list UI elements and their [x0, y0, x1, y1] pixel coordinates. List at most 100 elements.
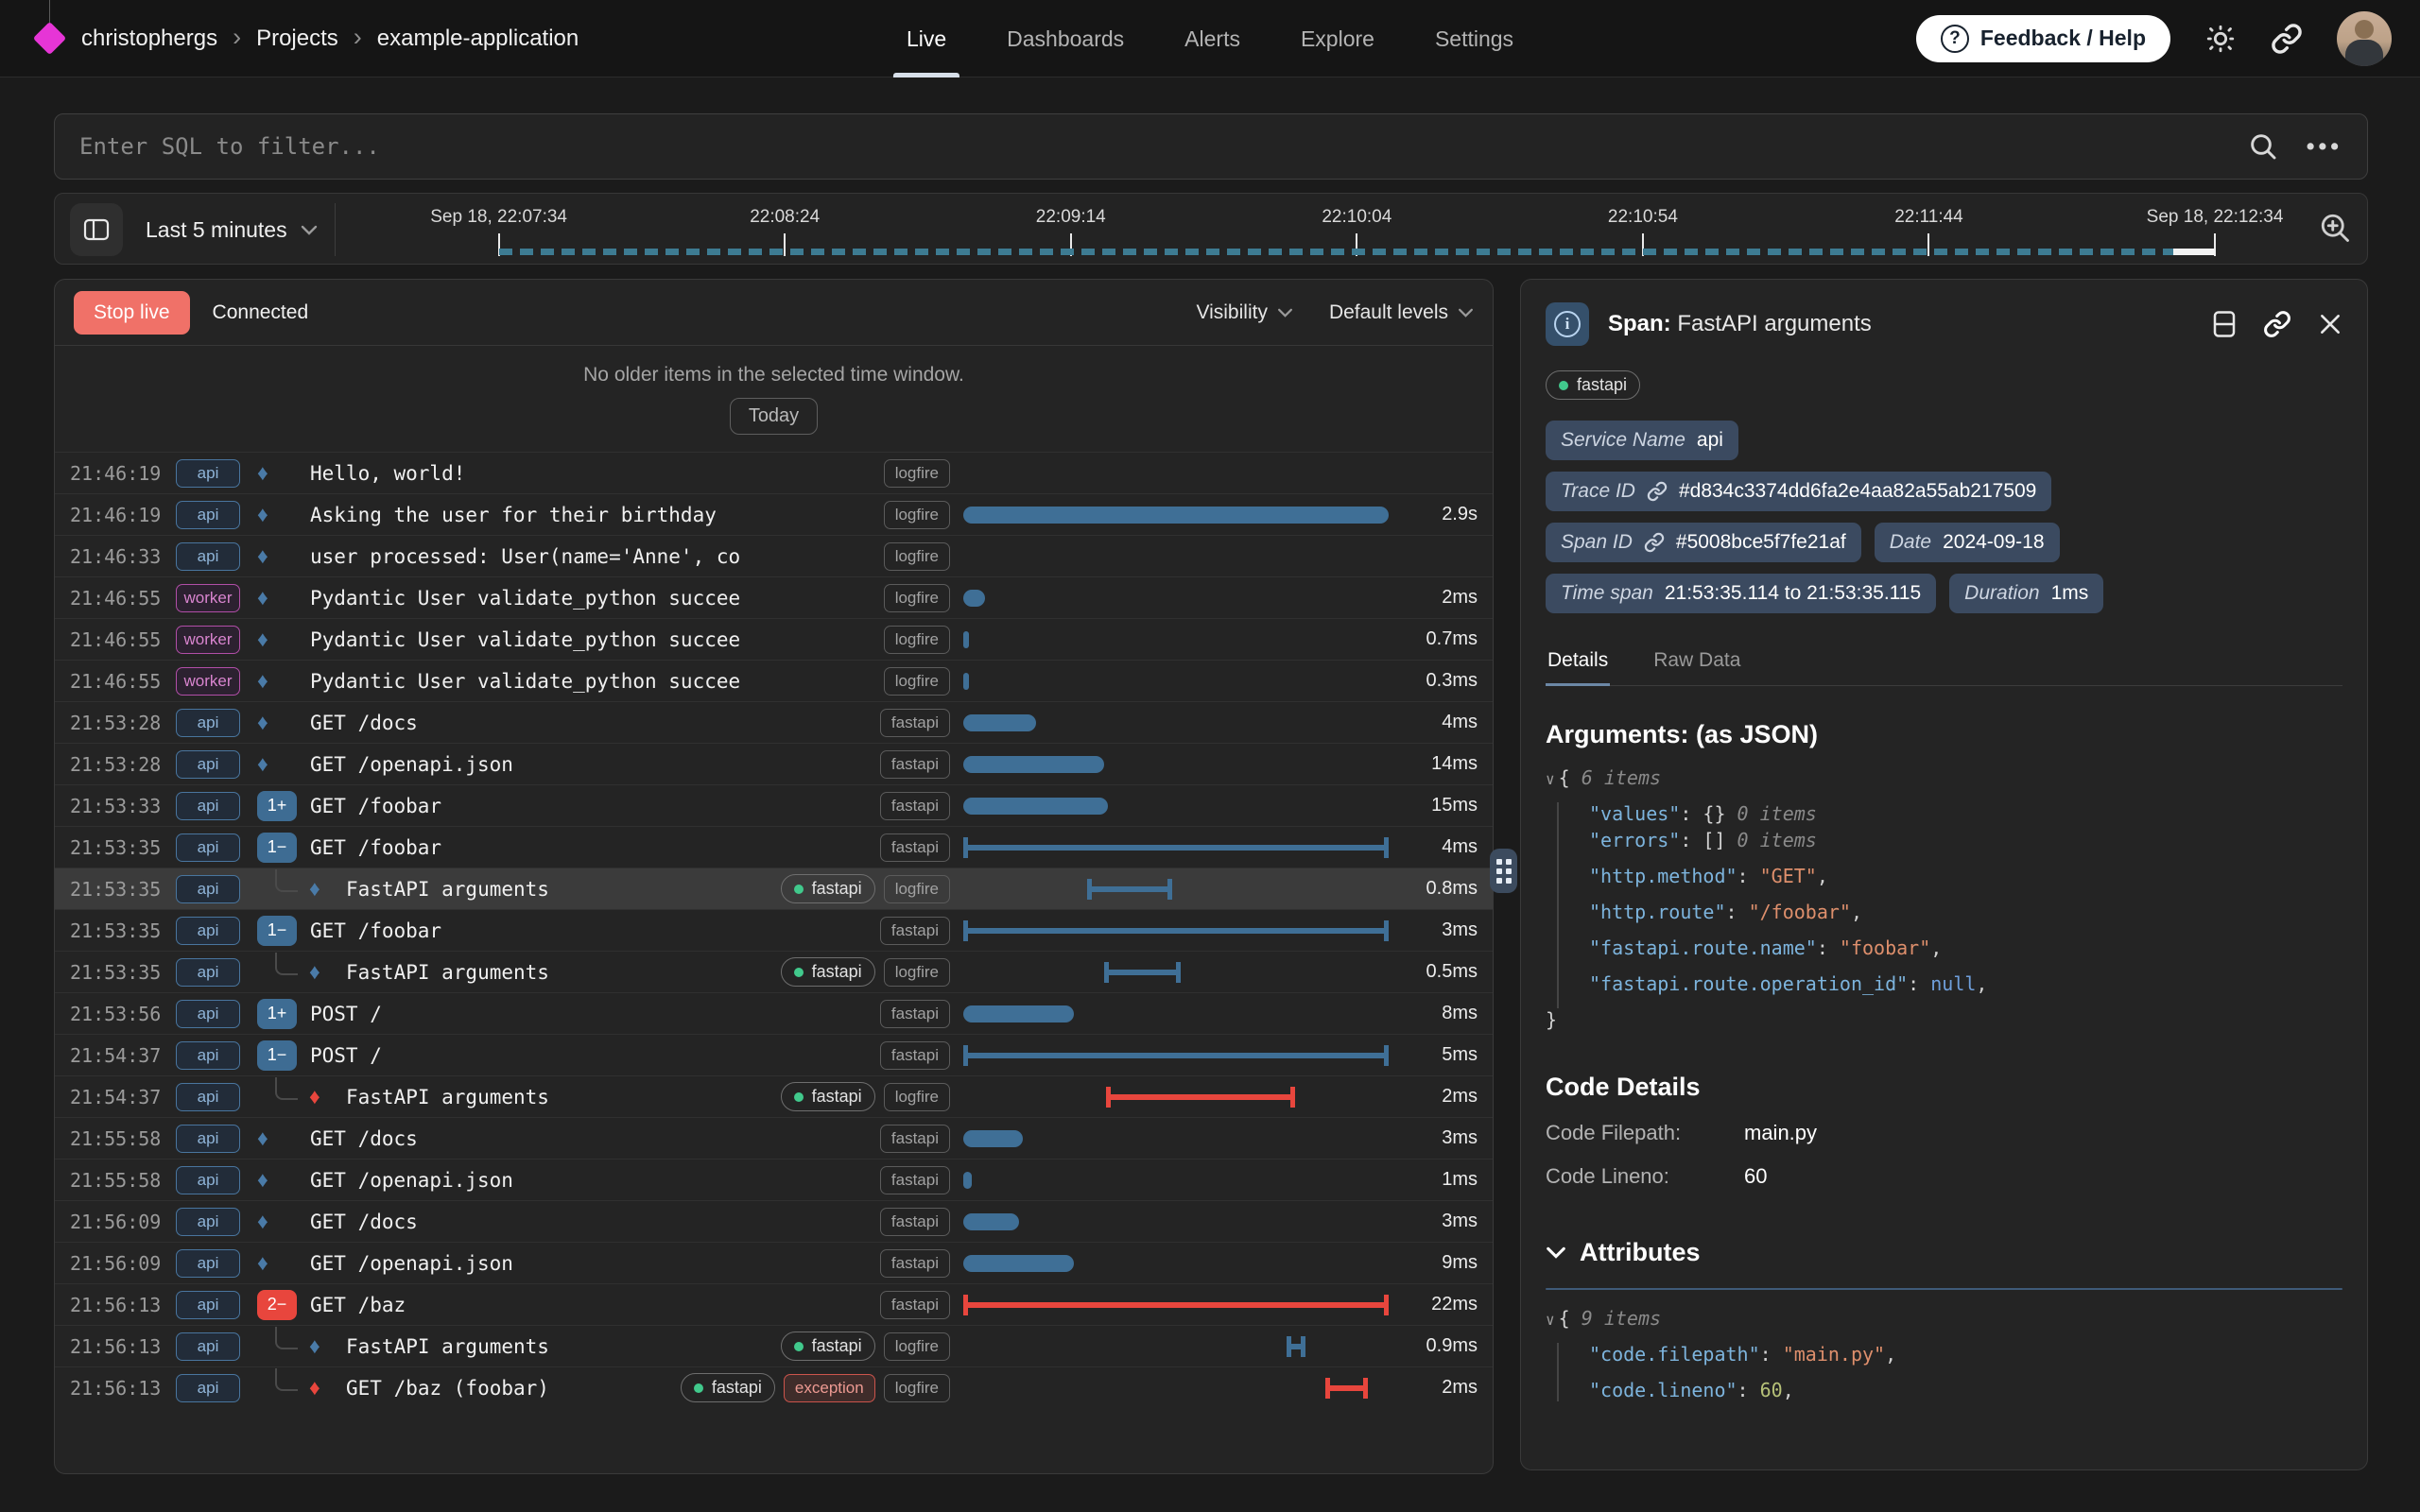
expand-toggle-badge[interactable]: 2− [257, 1290, 297, 1320]
trace-row[interactable]: 21:55:58api♦GET /docsfastapi3ms [55, 1117, 1493, 1159]
scope-chip-logfire: logfire [884, 584, 950, 612]
timeline-ticks: Sep 18, 22:07:3422:08:2422:09:1422:10:04… [55, 194, 2367, 264]
duration-bar [963, 1005, 1074, 1022]
scope-chip-fastapi: fastapi [880, 1208, 950, 1236]
trace-row[interactable]: 21:54:37api1−POST /fastapi5ms [55, 1034, 1493, 1075]
close-icon[interactable] [2318, 312, 2342, 336]
row-duration: 0.8ms [1400, 878, 1478, 900]
breadcrumb-project[interactable]: example-application [377, 26, 579, 52]
code-detail-row: Code Lineno:60 [1546, 1164, 2342, 1189]
row-marker: ♦ [257, 1086, 338, 1108]
meta-row: Service Nameapi [1546, 421, 2342, 460]
dock-panel-icon[interactable] [2212, 310, 2237, 338]
trace-row[interactable]: 21:54:37api♦FastAPI argumentsfastapilogf… [55, 1075, 1493, 1117]
trace-row[interactable]: 21:53:28api♦GET /openapi.jsonfastapi14ms [55, 743, 1493, 784]
json-token-meta: 0 items [1737, 829, 1817, 851]
duration-bar-track [963, 502, 1389, 528]
today-button[interactable]: Today [730, 398, 818, 435]
stop-live-button[interactable]: Stop live [74, 291, 190, 335]
span-message: Pydantic User validate_python succee [310, 587, 874, 610]
top-nav: christophergs › Projects › example-appli… [0, 0, 2420, 77]
trace-row[interactable]: 21:53:56api1+POST /fastapi8ms [55, 992, 1493, 1034]
duration-bar [963, 756, 1104, 773]
search-icon[interactable] [2248, 131, 2278, 162]
arguments-heading: Arguments: (as JSON) [1546, 720, 2342, 749]
span-diamond-icon: ♦ [257, 1252, 268, 1274]
breadcrumb-org[interactable]: christophergs [81, 26, 217, 52]
trace-row[interactable]: 21:56:09api♦GET /openapi.jsonfastapi9ms [55, 1242, 1493, 1283]
theme-toggle-button[interactable] [2204, 23, 2237, 55]
json-expander[interactable]: ∨ [1546, 1311, 1555, 1329]
row-marker: ♦ [257, 462, 302, 484]
trace-row[interactable]: 21:56:09api♦GET /docsfastapi3ms [55, 1200, 1493, 1242]
panel-resize-handle[interactable] [1490, 849, 1517, 893]
link-icon [1644, 532, 1665, 553]
fastapi-tag-label: fastapi [812, 1336, 862, 1356]
trace-row[interactable]: 21:53:33api1+GET /foobarfastapi15ms [55, 784, 1493, 826]
trace-row[interactable]: 21:46:19api♦Asking the user for their bi… [55, 493, 1493, 535]
trace-row[interactable]: 21:53:28api♦GET /docsfastapi4ms [55, 701, 1493, 743]
scope-chip-fastapi: fastapi [880, 1166, 950, 1194]
expand-toggle-badge[interactable]: 1− [257, 833, 297, 863]
row-chips: fastapi [880, 1208, 950, 1236]
detail-tab-raw-data[interactable]: Raw Data [1651, 642, 1742, 685]
trace-row[interactable]: 21:53:35api♦FastAPI argumentsfastapilogf… [55, 951, 1493, 992]
share-link-button[interactable] [2271, 23, 2303, 55]
logo-diamond-icon [33, 21, 66, 54]
default-levels-dropdown[interactable]: Default levels [1329, 301, 1474, 324]
trace-row[interactable]: 21:56:13api2−GET /bazfastapi22ms [55, 1283, 1493, 1325]
attributes-heading[interactable]: Attributes [1546, 1238, 2342, 1267]
meta-tag-span-id[interactable]: Span ID#5008bce5f7fe21af [1546, 523, 1861, 562]
row-chips: logfire [884, 459, 950, 488]
expand-toggle-badge[interactable]: 1− [257, 1040, 297, 1071]
timeline-tick-label: 22:08:24 [750, 207, 820, 228]
json-token-key: "http.method" [1589, 865, 1737, 887]
detail-tab-details[interactable]: Details [1546, 642, 1610, 685]
meta-value: #5008bce5f7fe21af [1676, 531, 1846, 554]
expand-toggle-badge[interactable]: 1− [257, 916, 297, 946]
logfire-logo[interactable] [28, 0, 72, 77]
meta-value: 2024-09-18 [1943, 531, 2044, 554]
more-options-icon[interactable]: ••• [2307, 133, 2342, 161]
trace-row[interactable]: 21:53:35api1−GET /foobarfastapi4ms [55, 826, 1493, 868]
feedback-help-button[interactable]: ? Feedback / Help [1916, 15, 2170, 62]
expand-toggle-badge[interactable]: 1+ [257, 999, 297, 1029]
span-title-label: Span: [1608, 311, 1671, 336]
meta-tag-trace-id[interactable]: Trace ID#d834c3374dd6fa2e4aa82a55ab21750… [1546, 472, 2051, 511]
attributes-divider [1546, 1288, 2342, 1290]
copy-link-icon[interactable] [2263, 310, 2291, 338]
trace-row[interactable]: 21:55:58api♦GET /openapi.jsonfastapi1ms [55, 1159, 1493, 1200]
trace-row[interactable]: 21:53:35api♦FastAPI argumentsfastapilogf… [55, 868, 1493, 909]
trace-row[interactable]: 21:46:55worker♦Pydantic User validate_py… [55, 660, 1493, 701]
span-diamond-icon: ♦ [257, 712, 268, 733]
trace-row[interactable]: 21:46:33api♦user processed: User(name='A… [55, 535, 1493, 576]
nav-tab-live[interactable]: Live [907, 0, 946, 77]
nav-tab-alerts[interactable]: Alerts [1184, 0, 1240, 77]
meta-row: Span ID#5008bce5f7fe21afDate2024-09-18 [1546, 523, 2342, 562]
trace-row[interactable]: 21:56:13api♦GET /baz (foobar)fastapiexce… [55, 1366, 1493, 1408]
expand-toggle-badge[interactable]: 1+ [257, 791, 297, 821]
nav-tab-explore[interactable]: Explore [1301, 0, 1374, 77]
trace-row[interactable]: 21:53:35api1−GET /foobarfastapi3ms [55, 909, 1493, 951]
duration-bar-track [963, 751, 1389, 778]
trace-row[interactable]: 21:46:19api♦Hello, world!logfire [55, 452, 1493, 493]
bar-line [968, 1302, 1384, 1308]
trace-row[interactable]: 21:46:55worker♦Pydantic User validate_py… [55, 618, 1493, 660]
span-title-value: FastAPI arguments [1677, 311, 1871, 336]
span-title: Span: FastAPI arguments [1608, 311, 1872, 337]
row-marker: 1− [257, 1040, 302, 1071]
trace-row[interactable]: 21:56:13api♦FastAPI argumentsfastapilogf… [55, 1325, 1493, 1366]
row-timestamp: 21:56:09 [70, 1211, 176, 1233]
visibility-dropdown[interactable]: Visibility [1196, 301, 1292, 324]
breadcrumb-projects[interactable]: Projects [256, 26, 338, 52]
row-timestamp: 21:53:33 [70, 795, 176, 817]
nav-tab-dashboards[interactable]: Dashboards [1007, 0, 1124, 77]
sql-filter-input[interactable] [79, 133, 2248, 160]
nav-tab-settings[interactable]: Settings [1435, 0, 1513, 77]
user-avatar[interactable] [2337, 11, 2392, 66]
bar-line [968, 928, 1384, 934]
timeline-zoom-button[interactable] [2318, 211, 2352, 245]
trace-row[interactable]: 21:46:55worker♦Pydantic User validate_py… [55, 576, 1493, 618]
env-chip-api: api [176, 709, 240, 737]
json-expander[interactable]: ∨ [1546, 770, 1555, 788]
